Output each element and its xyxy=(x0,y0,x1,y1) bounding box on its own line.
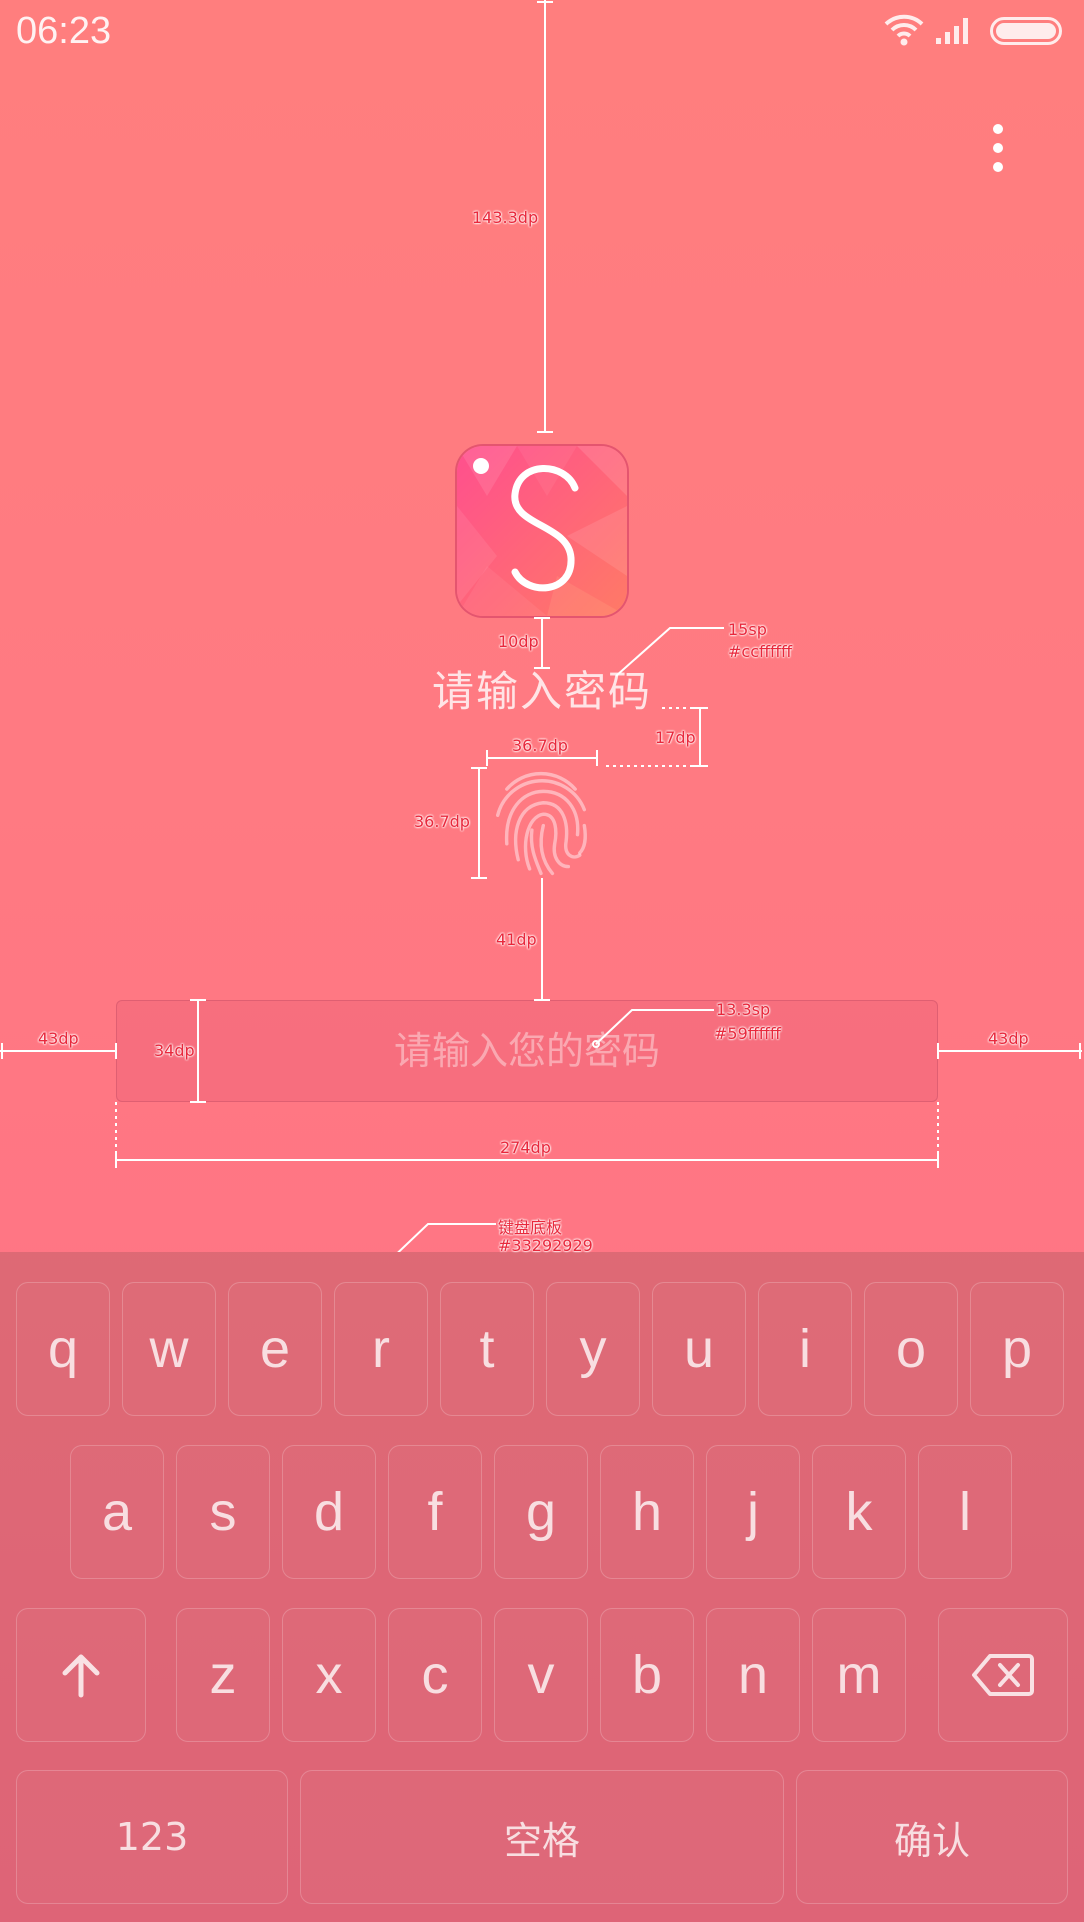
annotation-fp-height: 36.7dp xyxy=(414,812,470,831)
key-t[interactable]: t xyxy=(440,1282,534,1416)
key-e[interactable]: e xyxy=(228,1282,322,1416)
key-d[interactable]: d xyxy=(282,1445,376,1579)
key-b[interactable]: b xyxy=(600,1608,694,1742)
annotation-input-height: 34dp xyxy=(154,1041,195,1060)
key-o[interactable]: o xyxy=(864,1282,958,1416)
key-i[interactable]: i xyxy=(758,1282,852,1416)
annotation-right-margin: 43dp xyxy=(988,1029,1029,1048)
key-c[interactable]: c xyxy=(388,1608,482,1742)
key-s[interactable]: s xyxy=(176,1445,270,1579)
shift-key[interactable] xyxy=(16,1608,146,1742)
annotation-input-color: #59ffffff xyxy=(714,1024,781,1043)
key-u[interactable]: u xyxy=(652,1282,746,1416)
arrow-up-icon xyxy=(62,1654,100,1698)
annotation-input-font: 13.3sp xyxy=(716,1000,771,1019)
annotation-input-width: 274dp xyxy=(500,1138,551,1157)
key-x[interactable]: x xyxy=(282,1608,376,1742)
numbers-key[interactable]: 123 xyxy=(16,1770,288,1904)
key-j[interactable]: j xyxy=(706,1445,800,1579)
key-g[interactable]: g xyxy=(494,1445,588,1579)
key-v[interactable]: v xyxy=(494,1608,588,1742)
key-k[interactable]: k xyxy=(812,1445,906,1579)
key-l[interactable]: l xyxy=(918,1445,1012,1579)
annotation-top-margin: 143.3dp xyxy=(472,208,539,227)
key-p[interactable]: p xyxy=(970,1282,1064,1416)
key-w[interactable]: w xyxy=(122,1282,216,1416)
annotation-title-font: 15sp xyxy=(728,620,767,639)
key-m[interactable]: m xyxy=(812,1608,906,1742)
key-r[interactable]: r xyxy=(334,1282,428,1416)
key-f[interactable]: f xyxy=(388,1445,482,1579)
annotation-lines xyxy=(0,0,1082,1252)
backspace-icon xyxy=(972,1654,1034,1696)
annotation-left-margin: 43dp xyxy=(38,1029,79,1048)
confirm-key[interactable]: 确认 xyxy=(796,1770,1068,1904)
key-q[interactable]: q xyxy=(16,1282,110,1416)
annotation-keyboard-label: 键盘底板 xyxy=(498,1218,563,1237)
key-a[interactable]: a xyxy=(70,1445,164,1579)
backspace-key[interactable] xyxy=(938,1608,1068,1742)
key-h[interactable]: h xyxy=(600,1445,694,1579)
phone-screen: 06:23 请输入密码 143.3dp 10dp 15sp #ccffffff … xyxy=(0,0,1084,1922)
key-y[interactable]: y xyxy=(546,1282,640,1416)
annotation-title-color: #ccffffff xyxy=(728,642,793,661)
space-key[interactable]: 空格 xyxy=(300,1770,784,1904)
keyboard-panel: q w e r t y u i o p a s d f g h j k l z x c v b n m 123 空格 确认 xyxy=(0,1252,1084,1922)
key-n[interactable]: n xyxy=(706,1608,800,1742)
annotation-title-fp-gap: 17dp xyxy=(655,728,696,747)
annotation-icon-title-gap: 10dp xyxy=(498,632,539,651)
annotation-fp-input-gap: 41dp xyxy=(496,930,537,949)
key-z[interactable]: z xyxy=(176,1608,270,1742)
annotation-fp-width: 36.7dp xyxy=(512,736,568,755)
